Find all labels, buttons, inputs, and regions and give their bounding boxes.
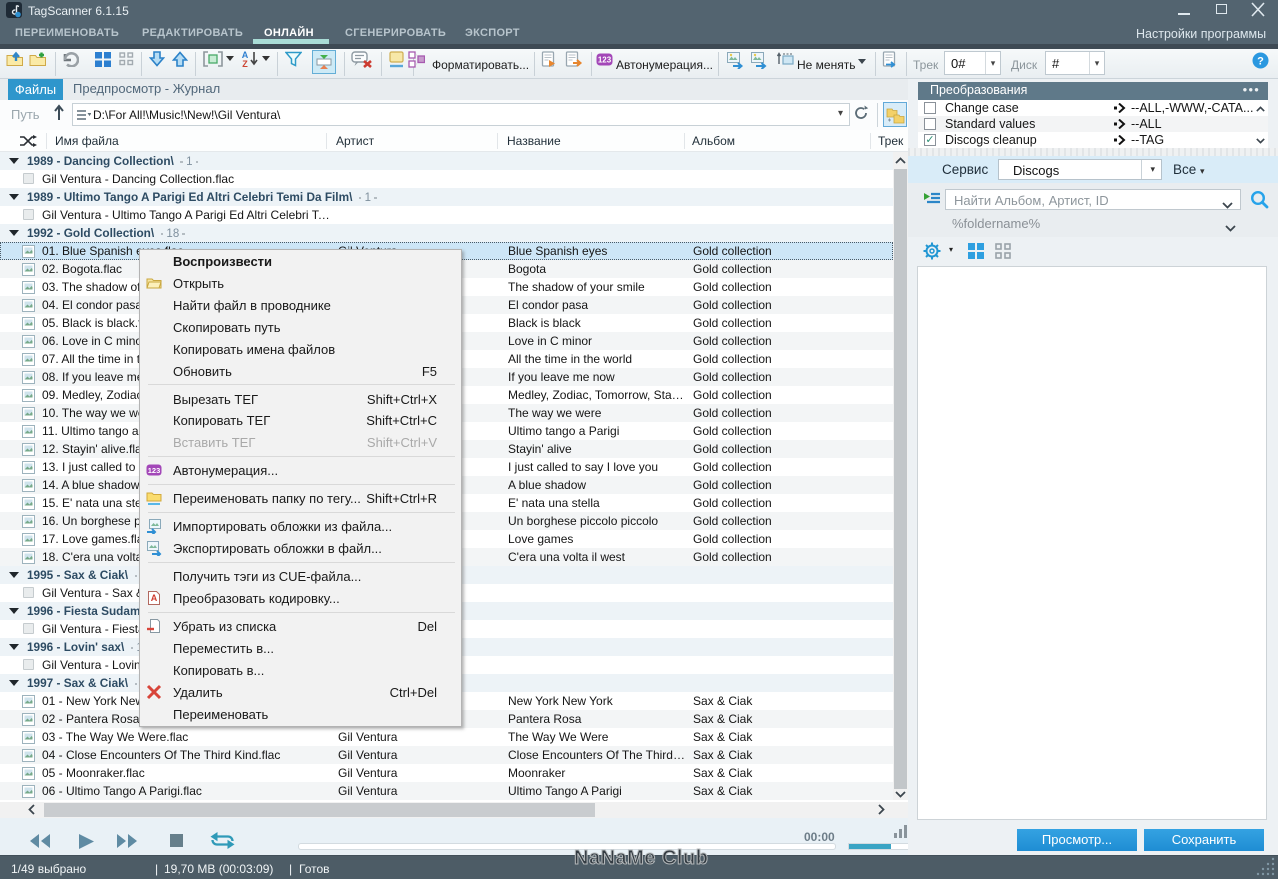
svg-text:A: A bbox=[151, 593, 158, 603]
svg-text:?: ? bbox=[1257, 56, 1264, 68]
svg-text:Z: Z bbox=[242, 59, 248, 68]
svg-text:123: 123 bbox=[598, 56, 612, 65]
svg-text:123: 123 bbox=[148, 466, 161, 475]
